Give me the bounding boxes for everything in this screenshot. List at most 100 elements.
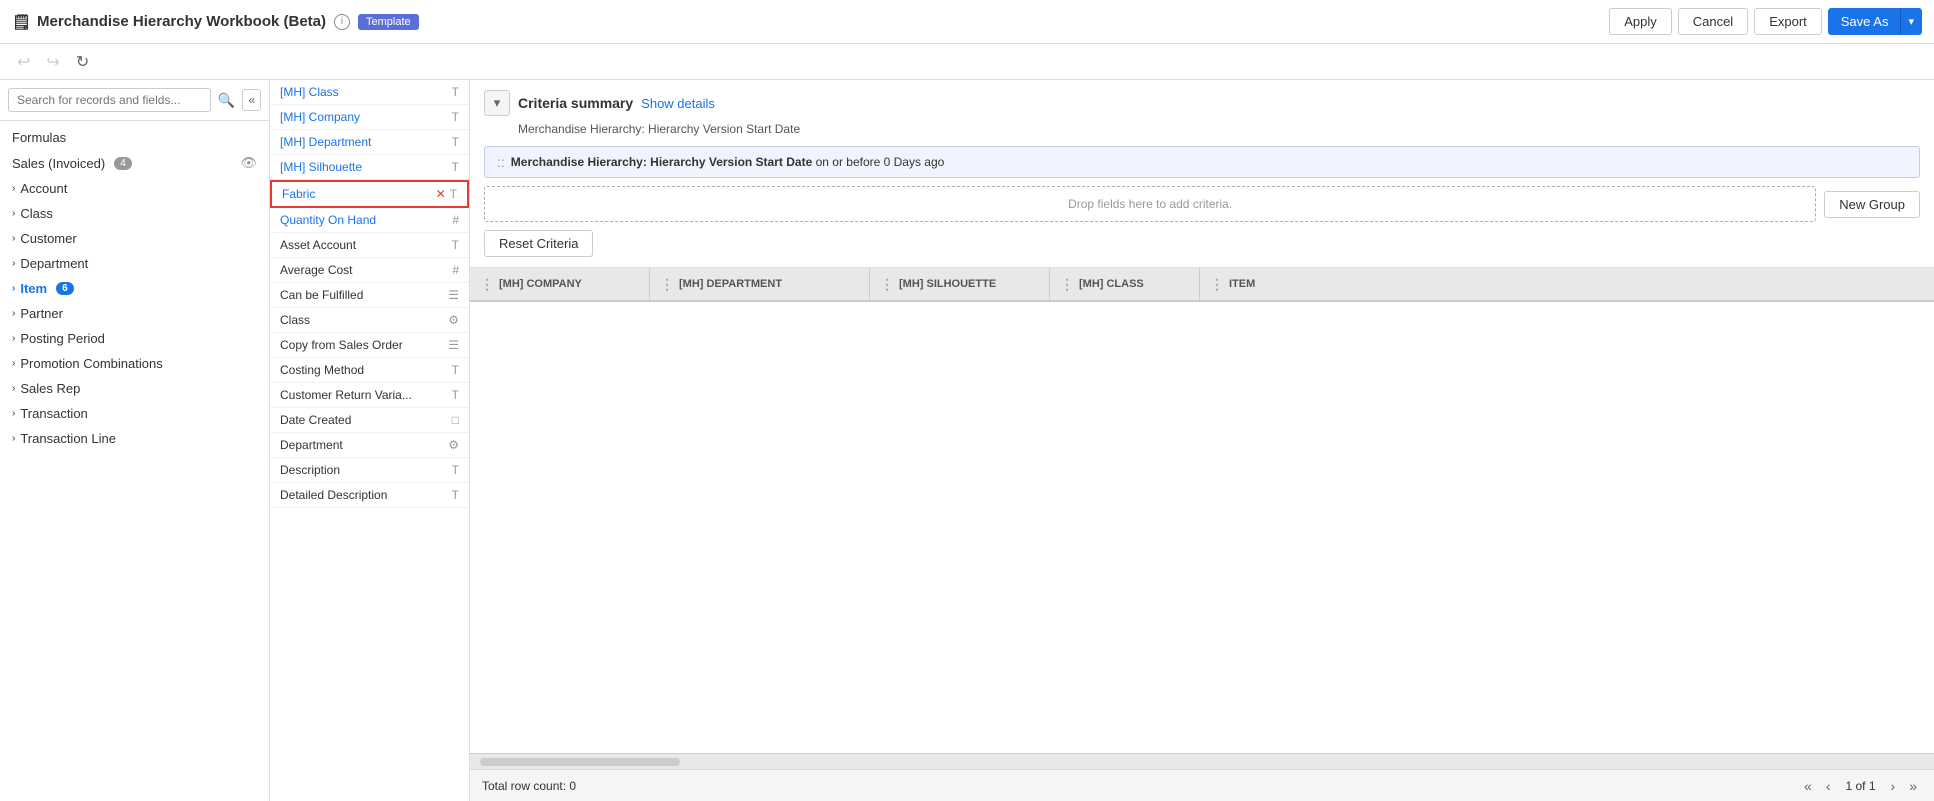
toolbar: ↩ ↪ ↻ [0,44,1934,80]
sidebar-item-item[interactable]: ›Item6 [0,276,269,301]
sidebar-item-formulas[interactable]: Formulas [0,125,269,150]
grid-col-header-mh-company[interactable]: ⋮[MH] COMPANY [470,268,650,300]
grid-col-header-item[interactable]: ⋮ITEM [1200,268,1934,300]
field-item-date-created[interactable]: Date Created□ [270,408,469,433]
field-item-average-cost[interactable]: Average Cost# [270,258,469,283]
column-label: [MH] SILHOUETTE [899,278,996,290]
info-icon[interactable]: i [334,14,350,30]
field-item-asset-account[interactable]: Asset AccountT [270,233,469,258]
save-as-button[interactable]: Save As [1829,9,1901,34]
field-name: [MH] Company [280,110,360,124]
expand-icon: › [12,308,15,319]
next-page-button[interactable]: › [1886,776,1901,796]
field-item-customer-return-varia...[interactable]: Customer Return Varia...T [270,383,469,408]
cancel-button[interactable]: Cancel [1678,8,1748,35]
collapse-button[interactable]: « [242,89,261,111]
reset-criteria-button[interactable]: Reset Criteria [484,230,593,257]
criteria-area: ▾ Criteria summary Show details Merchand… [470,80,1934,268]
search-button[interactable]: 🔍 [215,89,238,112]
grid-col-header-mh-silhouette[interactable]: ⋮[MH] SILHOUETTE [870,268,1050,300]
grid-col-header-mh-department[interactable]: ⋮[MH] DEPARTMENT [650,268,870,300]
field-item-quantity-on-hand[interactable]: Quantity On Hand# [270,208,469,233]
column-label: [MH] CLASS [1079,278,1144,290]
grid-footer: Total row count: 0 « ‹ 1 of 1 › » [470,769,1934,801]
field-name: Average Cost [280,263,353,277]
nav-badge: 6 [56,282,74,295]
sidebar-item-transaction[interactable]: ›Transaction [0,401,269,426]
sidebar-item-department[interactable]: ›Department [0,251,269,276]
scrollbar-area[interactable] [470,753,1934,769]
sidebar-item-sales-rep[interactable]: ›Sales Rep [0,376,269,401]
field-type-icon: T [452,388,459,402]
app-icon: 🗒 [12,13,31,31]
field-type-icon: T [452,160,459,174]
grid-col-header-mh-class[interactable]: ⋮[MH] CLASS [1050,268,1200,300]
field-name: [MH] Silhouette [280,160,362,174]
new-group-button[interactable]: New Group [1824,191,1920,218]
show-details-link[interactable]: Show details [641,96,715,111]
field-item-mh-class[interactable]: [MH] ClassT [270,80,469,105]
criteria-condition: :: Merchandise Hierarchy: Hierarchy Vers… [484,146,1920,178]
header-left: 🗒 Merchandise Hierarchy Workbook (Beta) … [12,13,419,31]
sidebar-item-transaction-line[interactable]: ›Transaction Line [0,426,269,451]
field-item-detailed-description[interactable]: Detailed DescriptionT [270,483,469,508]
data-grid: ⋮[MH] COMPANY⋮[MH] DEPARTMENT⋮[MH] SILHO… [470,268,1934,801]
main-layout: 🔍 « FormulasSales (Invoiced)4👁›Account›C… [0,80,1934,801]
field-name: Asset Account [280,238,356,252]
redo-button[interactable]: ↪ [41,50,64,74]
field-type-icon: T [452,463,459,477]
apply-button[interactable]: Apply [1609,8,1672,35]
field-name: Can be Fulfilled [280,288,363,302]
sidebar-item-sales-invoiced[interactable]: Sales (Invoiced) 4 👁 [0,150,269,176]
nav-item-label: Transaction Line [20,431,116,446]
field-name: Description [280,463,340,477]
field-item-mh-department[interactable]: [MH] DepartmentT [270,130,469,155]
field-type-icon: T [450,187,457,201]
nav-item-label: Class [20,206,53,221]
field-name: Detailed Description [280,488,387,502]
field-item-can-be-fulfilled[interactable]: Can be Fulfilled☰ [270,283,469,308]
field-name: Class [280,313,310,327]
criteria-title: Criteria summary [518,95,633,111]
field-type-icon: T [452,110,459,124]
field-item-mh-silhouette[interactable]: [MH] Silhouette T [270,155,469,180]
sidebar-item-customer[interactable]: ›Customer [0,226,269,251]
search-input[interactable] [8,88,211,112]
field-item-costing-method[interactable]: Costing MethodT [270,358,469,383]
refresh-button[interactable]: ↻ [71,50,94,74]
export-button[interactable]: Export [1754,8,1822,35]
eye-icon[interactable]: 👁 [240,155,257,171]
expand-icon: › [12,358,15,369]
criteria-toggle-button[interactable]: ▾ [484,90,510,116]
sidebar-item-posting-period[interactable]: ›Posting Period [0,326,269,351]
expand-icon: › [12,333,15,344]
nav-item-label: Customer [20,231,76,246]
last-page-button[interactable]: » [1904,776,1922,796]
drop-zone[interactable]: Drop fields here to add criteria. [484,186,1816,222]
sidebar-item-promotion-combinations[interactable]: ›Promotion Combinations [0,351,269,376]
scrollbar-track [480,758,680,766]
remove-field-icon[interactable]: ✕ [436,187,446,201]
field-item-mh-company[interactable]: [MH] Company T [270,105,469,130]
field-type-icon: ⚙ [448,438,459,452]
field-item-copy-from-sales-order[interactable]: Copy from Sales Order☰ [270,333,469,358]
nav-item-label: Sales (Invoiced) [12,156,105,171]
sidebar-item-account[interactable]: ›Account [0,176,269,201]
field-item-class[interactable]: Class ⚙ [270,308,469,333]
prev-page-button[interactable]: ‹ [1821,776,1836,796]
field-item-fabric[interactable]: Fabric✕T [270,180,469,208]
app-title: 🗒 Merchandise Hierarchy Workbook (Beta) [12,13,326,31]
undo-button[interactable]: ↩ [12,50,35,74]
nav-item-label: Sales Rep [20,381,80,396]
sidebar-item-partner[interactable]: ›Partner [0,301,269,326]
criteria-header: ▾ Criteria summary Show details [484,90,1920,116]
field-item-description[interactable]: Description T [270,458,469,483]
save-as-dropdown-button[interactable]: ▾ [1900,9,1921,34]
first-page-button[interactable]: « [1799,776,1817,796]
field-item-department[interactable]: Department⚙ [270,433,469,458]
sidebar-item-class[interactable]: ›Class [0,201,269,226]
nav-badge: 4 [114,157,132,170]
field-type-icon: ⚙ [448,313,459,327]
page-info: 1 of 1 [1840,779,1882,793]
column-label: ITEM [1229,278,1255,290]
